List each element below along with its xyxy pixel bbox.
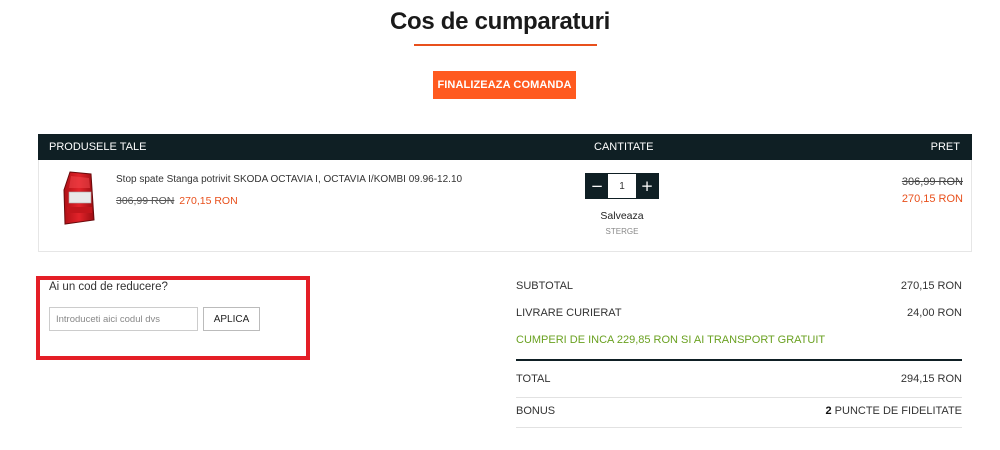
decrease-quantity-button[interactable]: − <box>586 174 608 198</box>
page-title: Cos de cumparaturi <box>390 8 610 35</box>
bonus-points: 2 <box>825 405 832 417</box>
row-new-price: 270,15 RON <box>901 193 963 205</box>
summary-divider <box>516 359 962 361</box>
quantity-input[interactable] <box>608 174 636 198</box>
product-prices: 306,99 RON 270,15 RON <box>116 195 238 207</box>
row-old-price: 306,99 RON <box>901 176 963 188</box>
cart-item-row: Stop spate Stanga potrivit SKODA OCTAVIA… <box>38 160 972 252</box>
row-price: 306,99 RON 270,15 RON <box>902 176 963 205</box>
total-label: TOTAL <box>516 373 551 385</box>
apply-discount-button[interactable]: APLICA <box>203 307 260 331</box>
product-name[interactable]: Stop spate Stanga potrivit SKODA OCTAVIA… <box>116 174 462 185</box>
discount-title: Ai un cod de reducere? <box>49 281 168 293</box>
subtotal-label: SUBTOTAL <box>516 280 574 292</box>
product-new-price: 270,15 RON <box>179 195 238 207</box>
delete-item-link[interactable]: STERGE <box>585 227 659 236</box>
summary-separator <box>516 427 962 428</box>
discount-code-section: Ai un cod de reducere? APLICA <box>36 276 310 360</box>
increase-quantity-button[interactable]: + <box>636 174 658 198</box>
total-line: TOTAL 294,15 RON <box>516 373 962 385</box>
header-price: PRET <box>930 141 960 153</box>
shipping-label: LIVRARE CURIERAT <box>516 307 622 319</box>
summary-separator <box>516 397 962 398</box>
total-value: 294,15 RON <box>900 373 962 385</box>
cart-table-header: PRODUSELE TALE CANTITATE PRET <box>38 134 972 160</box>
bonus-label: BONUS <box>516 405 556 417</box>
title-underline <box>414 44 597 46</box>
header-quantity: CANTITATE <box>594 141 654 153</box>
bonus-line: BONUS 2 PUNCTE DE FIDELITATE <box>516 405 962 417</box>
free-shipping-notice: CUMPERI DE INCA 229,85 RON SI AI TRANSPO… <box>516 334 826 346</box>
subtotal-value: 270,15 RON <box>900 280 962 292</box>
subtotal-line: SUBTOTAL 270,15 RON <box>516 280 962 292</box>
bonus-value: 2 PUNCTE DE FIDELITATE <box>825 405 962 417</box>
quantity-stepper: − + <box>585 173 659 199</box>
tail-light-image[interactable] <box>61 170 97 226</box>
discount-code-input[interactable] <box>49 307 198 331</box>
header-products: PRODUSELE TALE <box>49 141 147 153</box>
shipping-line: LIVRARE CURIERAT 24,00 RON <box>516 307 962 319</box>
shipping-value: 24,00 RON <box>906 307 962 319</box>
product-old-price: 306,99 RON <box>116 195 175 207</box>
checkout-button[interactable]: FINALIZEAZA COMANDA <box>433 71 576 99</box>
save-for-later-link[interactable]: Salveaza <box>585 210 659 222</box>
bonus-suffix: PUNCTE DE FIDELITATE <box>834 405 962 417</box>
